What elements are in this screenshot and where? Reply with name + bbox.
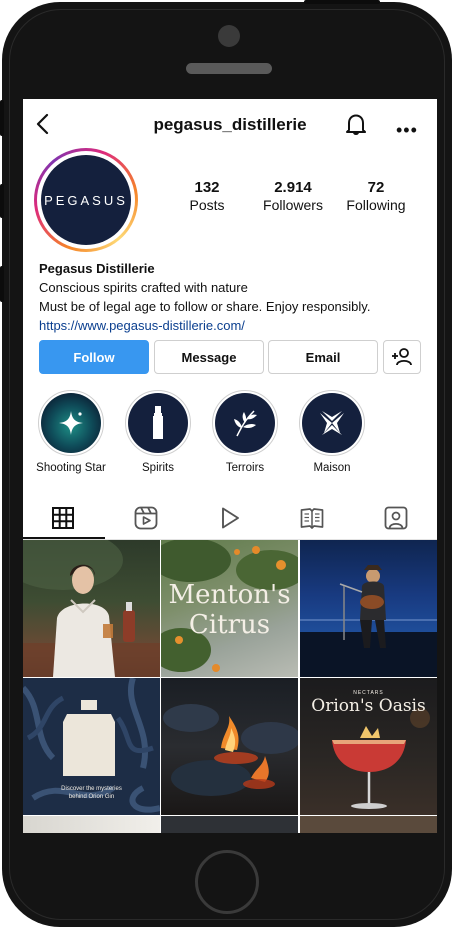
highlight-label: Spirits xyxy=(142,462,174,474)
post-thumbnail[interactable] xyxy=(161,678,298,815)
sparkle-icon xyxy=(59,411,83,435)
highlight-shooting-star[interactable]: Shooting Star xyxy=(31,390,111,474)
post-thumbnail[interactable]: Menton's Citrus xyxy=(161,540,298,677)
video-tab-icon[interactable] xyxy=(217,505,243,531)
volume-down-button xyxy=(0,266,4,302)
avatar-brand-text: PEGASUS xyxy=(44,192,128,208)
message-button[interactable]: Message xyxy=(154,340,264,374)
post-caption-line: Discover the mysteries xyxy=(61,786,122,792)
post-caption-line: Citrus xyxy=(188,610,271,640)
post-thumbnail[interactable] xyxy=(300,816,437,833)
posts-grid: Menton's Citrus Discover the mysteries b… xyxy=(23,540,437,833)
bio-website-link[interactable]: https://www.pegasus-distillerie.com/ xyxy=(39,316,429,335)
stat-followers-value: 2.914 xyxy=(274,179,312,196)
volume-up-button xyxy=(0,184,4,218)
stat-following-value: 72 xyxy=(367,179,385,196)
stat-posts[interactable]: 132 Posts xyxy=(173,179,241,213)
avatar-story-ring[interactable]: PEGASUS xyxy=(34,148,138,252)
post-thumbnail[interactable] xyxy=(300,540,437,677)
stat-posts-value: 132 xyxy=(194,179,220,196)
stat-followers-label: Followers xyxy=(263,197,323,213)
stat-followers[interactable]: 2.914 Followers xyxy=(253,179,333,213)
post-photo-musician-on-stage xyxy=(300,565,437,677)
earpiece-speaker xyxy=(186,63,272,74)
power-button xyxy=(304,0,380,4)
mute-switch xyxy=(0,100,4,136)
instagram-profile-screen: pegasus_distillerie ••• PEGASUS 132 Post… xyxy=(23,99,437,833)
profile-username: pegasus_distillerie xyxy=(153,115,307,134)
home-button[interactable] xyxy=(195,850,259,914)
post-photo-woman-with-glass xyxy=(23,540,160,677)
highlight-maison[interactable]: Maison xyxy=(292,390,372,474)
stat-following[interactable]: 72 Following xyxy=(341,179,411,213)
tagged-tab-icon[interactable] xyxy=(383,505,409,531)
follow-button[interactable]: Follow xyxy=(39,340,149,374)
bio-line-2: Must be of legal age to follow or share.… xyxy=(39,299,371,314)
profile-display-name: Pegasus Distillerie xyxy=(39,261,155,276)
leaf-icon xyxy=(234,410,257,437)
bell-icon[interactable] xyxy=(344,111,368,137)
post-caption-line: Orion's Oasis xyxy=(311,696,426,716)
front-camera xyxy=(218,25,240,47)
add-person-icon xyxy=(392,348,412,366)
post-thumbnail[interactable]: NECTARS Orion's Oasis xyxy=(300,678,437,815)
avatar: PEGASUS xyxy=(41,155,131,245)
reels-tab-icon[interactable] xyxy=(133,505,159,531)
post-thumbnail[interactable] xyxy=(23,540,160,677)
bottle-icon xyxy=(153,406,163,439)
post-caption-line: behind Orion Gin xyxy=(68,794,115,800)
suggested-accounts-button[interactable] xyxy=(383,340,421,374)
guides-tab-icon[interactable] xyxy=(299,505,325,531)
post-thumbnail[interactable] xyxy=(161,816,298,833)
stat-posts-label: Posts xyxy=(189,197,225,213)
pegasus-logo-icon xyxy=(320,411,344,435)
top-bar: pegasus_distillerie ••• xyxy=(23,99,437,151)
post-thumbnail[interactable] xyxy=(23,816,160,833)
bio-line-1: Conscious spirits crafted with nature xyxy=(39,280,248,295)
active-tab-indicator xyxy=(23,537,105,539)
profile-tab-bar xyxy=(23,499,437,540)
highlight-terroirs[interactable]: Terroirs xyxy=(205,390,285,474)
highlight-label: Terroirs xyxy=(225,462,265,474)
highlight-spirits[interactable]: Spirits xyxy=(118,390,198,474)
highlight-label: Maison xyxy=(313,462,351,474)
post-caption-line: Menton's xyxy=(168,580,291,610)
stat-following-label: Following xyxy=(346,197,406,213)
email-button[interactable]: Email xyxy=(268,340,378,374)
post-photo-fire-embers xyxy=(163,704,298,796)
more-options-icon[interactable]: ••• xyxy=(396,120,418,141)
profile-bio: Pegasus Distillerie Conscious spirits cr… xyxy=(39,259,429,335)
post-thumbnail[interactable]: Discover the mysteries behind Orion Gin xyxy=(23,678,160,815)
grid-tab-icon[interactable] xyxy=(50,505,76,531)
highlight-label: Shooting Star xyxy=(36,462,106,474)
